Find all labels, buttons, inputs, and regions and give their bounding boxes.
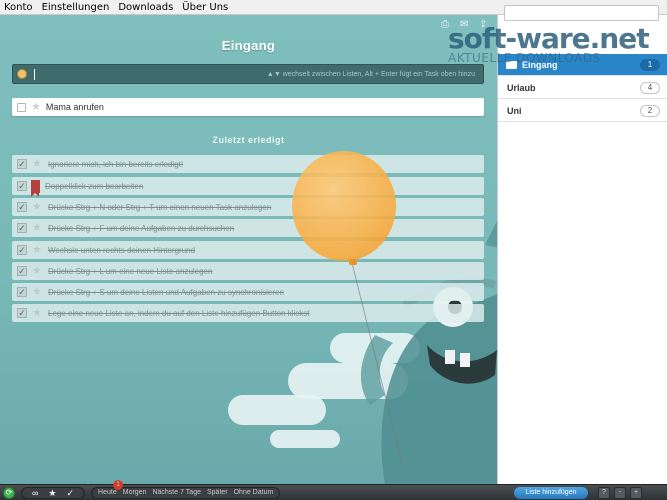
check-icon[interactable]: ✓ bbox=[67, 488, 75, 498]
search-input[interactable] bbox=[504, 5, 659, 21]
done-task-label: Wechsle unten rechts deinen Hintergrund bbox=[48, 245, 196, 255]
list-name: Uni bbox=[507, 105, 522, 116]
infinity-icon[interactable]: ∞ bbox=[32, 488, 38, 498]
done-task-label: Ignoriere mich, ich bin bereits erledigt… bbox=[48, 159, 184, 169]
clock-icon bbox=[17, 69, 27, 79]
checked-checkbox[interactable]: ✓ bbox=[17, 202, 27, 212]
list-name: Eingang bbox=[522, 59, 558, 70]
sync-icon[interactable]: ⟳ bbox=[3, 487, 15, 499]
done-task-label: Lege eine neue Liste an, indem du auf de… bbox=[48, 308, 310, 318]
star-icon[interactable]: ★ bbox=[32, 286, 43, 298]
notification-badge: 1 bbox=[113, 480, 124, 490]
done-task-row[interactable]: ✓ ★ Drücke Strg + N oder Strg + T um ein… bbox=[12, 198, 484, 216]
menu-ueber-uns[interactable]: Über Uns bbox=[182, 2, 228, 13]
filter-ohne-datum[interactable]: Ohne Datum bbox=[234, 488, 274, 498]
list-count-badge: 1 bbox=[640, 58, 660, 71]
star-icon[interactable]: ★ bbox=[32, 222, 43, 234]
done-task-row[interactable]: ✓ ★ Wechsle unten rechts deinen Hintergr… bbox=[12, 241, 484, 259]
task-row[interactable]: ★ Mama anrufen bbox=[12, 98, 484, 116]
checked-checkbox[interactable]: ✓ bbox=[17, 287, 27, 297]
checked-checkbox[interactable]: ✓ bbox=[17, 266, 27, 276]
checked-checkbox[interactable]: ✓ bbox=[17, 181, 27, 191]
done-task-row[interactable]: ✓ ★ Drücke Strg + F um deine Aufgaben zu… bbox=[12, 219, 484, 237]
filter-naechste-7-tage[interactable]: Nächste 7 Tage bbox=[152, 488, 201, 498]
page-title: Eingang bbox=[221, 38, 276, 53]
text-caret bbox=[34, 68, 35, 80]
star-icon[interactable]: ★ bbox=[32, 307, 43, 319]
filter-spaeter[interactable]: Später bbox=[207, 488, 228, 498]
done-task-label: Drücke Strg + F um deine Aufgaben zu dur… bbox=[48, 223, 235, 233]
date-filter-group: 1 Heute Morgen Nächste 7 Tage Später Ohn… bbox=[91, 480, 281, 499]
list-name: Urlaub bbox=[507, 82, 536, 93]
checked-checkbox[interactable]: ✓ bbox=[17, 159, 27, 169]
star-icon[interactable]: ★ bbox=[32, 265, 43, 277]
done-task-row[interactable]: ✓ ★ Ignoriere mich, ich bin bereits erle… bbox=[12, 155, 484, 173]
sidebar-item-urlaub[interactable]: Urlaub 4 bbox=[498, 77, 667, 99]
top-icon-group: ⎙ ✉ ⇪ bbox=[441, 20, 489, 30]
list-count-badge: 4 bbox=[640, 81, 660, 94]
task-checkbox[interactable] bbox=[17, 102, 26, 112]
menu-downloads[interactable]: Downloads bbox=[118, 2, 173, 13]
list-count-badge: 2 bbox=[640, 104, 660, 117]
done-task-label: Doppelklick zum bearbeiten bbox=[45, 181, 144, 191]
star-icon[interactable]: ★ bbox=[32, 244, 43, 256]
bookmark-icon bbox=[31, 179, 40, 197]
print-icon[interactable]: ⎙ bbox=[441, 20, 451, 30]
minimize-icon[interactable]: - bbox=[614, 487, 626, 499]
filter-morgen[interactable]: Morgen bbox=[123, 488, 147, 498]
bottom-toolbar: ⟳ ∞ ★ ✓ 1 Heute Morgen Nächste 7 Tage Sp… bbox=[0, 480, 667, 500]
maximize-icon[interactable]: + bbox=[630, 487, 642, 499]
menu-einstellungen[interactable]: Einstellungen bbox=[42, 2, 110, 13]
task-label: Mama anrufen bbox=[45, 102, 104, 112]
done-task-label: Drücke Strg + S um deine Listen und Aufg… bbox=[48, 287, 284, 297]
checked-checkbox[interactable]: ✓ bbox=[17, 223, 27, 233]
mail-icon[interactable]: ✉ bbox=[460, 20, 470, 30]
checked-checkbox[interactable]: ✓ bbox=[17, 245, 27, 255]
done-task-label: Drücke Strg + N oder Strg + T um einen n… bbox=[48, 202, 272, 212]
cloud-decoration bbox=[270, 430, 340, 448]
view-toggle-group: ∞ ★ ✓ bbox=[21, 487, 86, 499]
done-task-row[interactable]: ✓ ★ Drücke Strg + S um deine Listen und … bbox=[12, 283, 484, 301]
add-task-input[interactable]: ▲▼ wechselt zwischen Listen, Alt + Enter… bbox=[12, 64, 484, 84]
star-icon[interactable]: ★ bbox=[32, 158, 43, 170]
done-task-row[interactable]: ✓ ★ Drücke Strg + L um eine neue Liste a… bbox=[12, 262, 484, 280]
done-task-label: Drücke Strg + L um eine neue Liste anzul… bbox=[48, 266, 213, 276]
star-icon[interactable]: ★ bbox=[31, 101, 41, 113]
done-task-row[interactable]: ✓ ★ Lege eine neue Liste an, indem du au… bbox=[12, 304, 484, 322]
filter-heute[interactable]: Heute bbox=[98, 488, 117, 498]
add-list-button[interactable]: Liste hinzufügen bbox=[514, 487, 588, 499]
add-task-hint: ▲▼ wechselt zwischen Listen, Alt + Enter… bbox=[266, 70, 475, 78]
sidebar-item-uni[interactable]: Uni 2 bbox=[498, 100, 667, 122]
sidebar-item-eingang[interactable]: Eingang 1 bbox=[498, 54, 667, 76]
star-icon[interactable]: ★ bbox=[48, 488, 56, 498]
checked-checkbox[interactable]: ✓ bbox=[17, 308, 27, 318]
done-task-row[interactable]: ✓ Doppelklick zum bearbeiten bbox=[12, 177, 484, 197]
help-icon[interactable]: ? bbox=[598, 487, 610, 499]
inbox-icon bbox=[506, 60, 517, 69]
share-icon[interactable]: ⇪ bbox=[479, 20, 489, 30]
menu-konto[interactable]: Konto bbox=[4, 2, 33, 13]
cloud-decoration bbox=[228, 395, 326, 425]
main-panel: Eingang ⎙ ✉ ⇪ ▲▼ wechselt zwischen Liste… bbox=[0, 15, 497, 484]
star-icon[interactable]: ★ bbox=[32, 201, 43, 213]
balloon-illustration bbox=[292, 151, 396, 261]
done-header: Zuletzt erledigt bbox=[212, 135, 285, 145]
